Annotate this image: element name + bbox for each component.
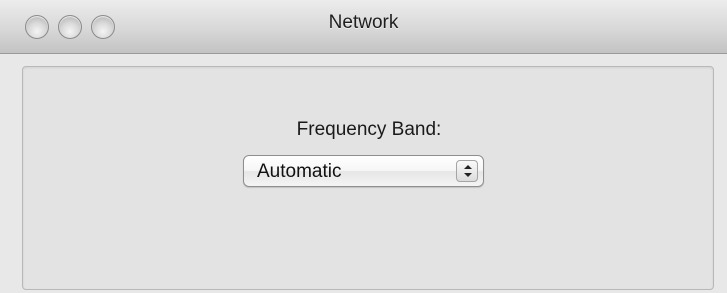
up-down-chevron-icon[interactable] (456, 160, 478, 182)
frequency-band-value: Automatic (257, 161, 342, 182)
content-area: Frequency Band: Automatic (0, 54, 727, 293)
window-title: Network (328, 12, 399, 33)
title-bar[interactable]: Network (0, 0, 727, 54)
frequency-band-popup[interactable]: Automatic (243, 155, 484, 187)
settings-panel: Frequency Band: Automatic (22, 66, 714, 290)
network-window: Network Frequency Band: Automatic (0, 0, 727, 293)
frequency-band-label: Frequency Band: (296, 119, 442, 140)
